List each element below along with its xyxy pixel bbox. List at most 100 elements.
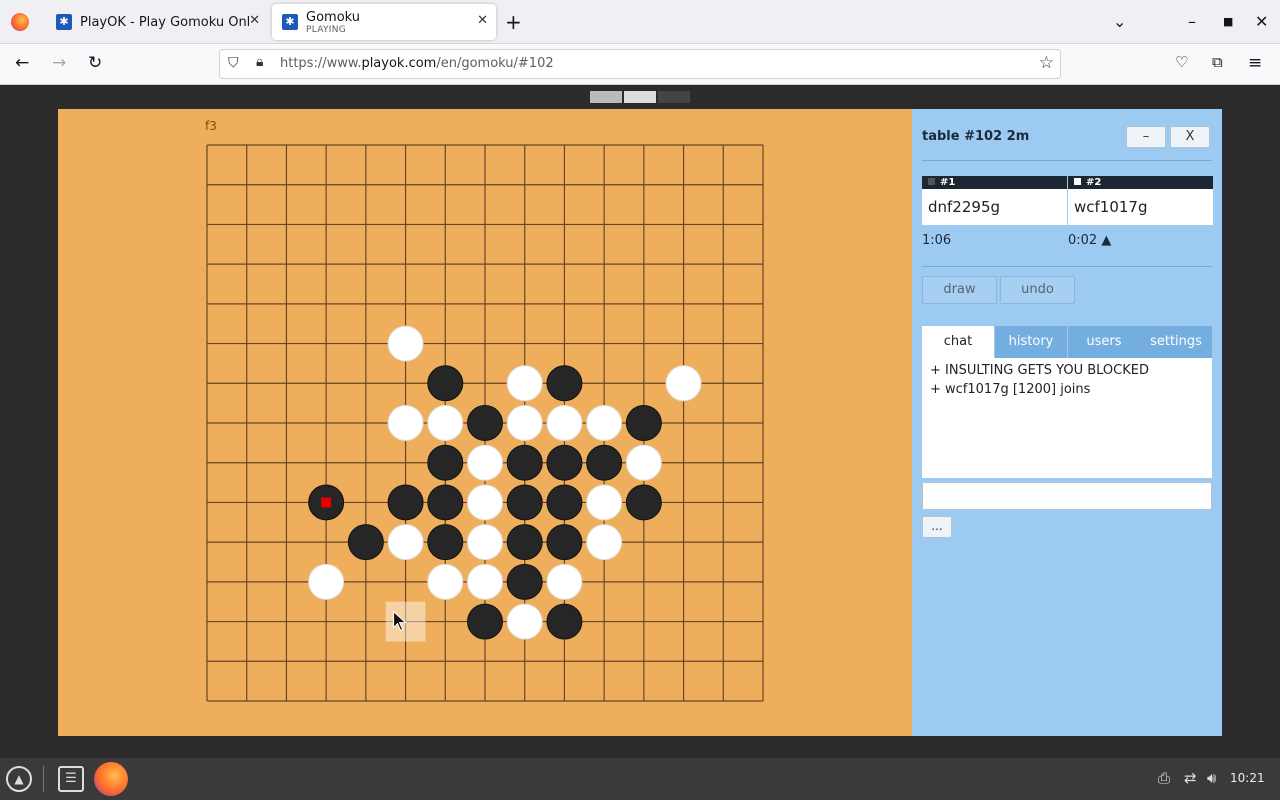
shield-icon[interactable]: ⛉ [228, 55, 239, 71]
player-name: dnf2295g [928, 198, 1001, 216]
close-window-icon[interactable]: ✕ [1255, 12, 1268, 31]
chat-line: + wcf1017g [1200] joins [930, 382, 1091, 397]
table-title: table #102 2m [922, 129, 1030, 144]
bookmark-star-icon[interactable]: ☆ [1039, 53, 1054, 73]
app-menu-icon[interactable]: ≡ [1248, 53, 1262, 73]
lock-icon[interactable]: 🔒︎ [256, 54, 263, 70]
close-table-button[interactable]: X [1170, 126, 1210, 148]
pocket-icon[interactable]: ♡ [1175, 53, 1188, 71]
url-path: /en/gomoku/#102 [436, 56, 554, 71]
draw-button[interactable]: draw [922, 276, 997, 304]
taskbar: ▲ ☰ ⎙ ⇄ 🔊︎ 10:21 [0, 758, 1280, 800]
chat-line: + INSULTING GETS YOU BLOCKED [930, 363, 1149, 378]
black-stone [546, 365, 583, 402]
black-stone [427, 484, 464, 521]
player-seat-2[interactable]: #2 wcf1017g [1068, 176, 1213, 225]
more-button[interactable]: ... [922, 516, 952, 538]
tab-title: PlayOK - Play Gomoku Online [80, 14, 250, 30]
black-stone [427, 524, 464, 561]
black-stone [506, 444, 543, 481]
white-stone [467, 563, 503, 600]
last-move-marker [321, 497, 332, 508]
tab-playok[interactable]: ✱ PlayOK - Play Gomoku Online ✕ [46, 4, 268, 40]
white-stone [506, 365, 543, 402]
player-2-time: 0:02 ▲ [1068, 233, 1112, 248]
player-seat-1[interactable]: #1 dnf2295g [922, 176, 1067, 225]
browser-tab-bar: ✱ PlayOK - Play Gomoku Online ✕ ✱ Gomoku… [0, 0, 1280, 44]
board-panel: f3 [58, 109, 912, 736]
white-stone [546, 563, 583, 600]
white-stone [427, 405, 464, 441]
new-tab-icon[interactable]: + [505, 10, 522, 34]
white-stone [467, 444, 503, 481]
tab-history[interactable]: history [995, 326, 1067, 358]
firefox-taskbar-icon[interactable] [94, 762, 128, 796]
black-stone [586, 444, 623, 481]
strip-segment [590, 91, 622, 103]
url-text[interactable]: https://www.playok.com/en/gomoku/#102 [280, 56, 554, 71]
list-tabs-icon[interactable]: ⌄ [1113, 12, 1126, 31]
gomoku-board[interactable] [206, 144, 764, 702]
black-stone [467, 603, 503, 640]
white-stone [546, 405, 583, 441]
firefox-menu-icon[interactable] [11, 13, 29, 31]
back-icon[interactable]: ← [15, 53, 29, 73]
reload-icon[interactable]: ↻ [88, 53, 102, 73]
black-stone [625, 484, 662, 521]
side-panel: table #102 2m – X #1 dnf2295g #2 wcf1017… [912, 109, 1222, 736]
minimize-table-button[interactable]: – [1126, 126, 1166, 148]
coordinate-label: f3 [205, 119, 217, 133]
forward-icon[interactable]: → [52, 53, 66, 73]
tab-gomoku[interactable]: ✱ Gomoku PLAYING ✕ [272, 4, 496, 40]
tab-title: Gomoku [306, 9, 361, 25]
extensions-icon[interactable]: ⧉ [1212, 53, 1223, 71]
divider [922, 266, 1212, 267]
chat-input[interactable] [922, 482, 1212, 510]
minimize-window-icon[interactable]: – [1188, 12, 1196, 31]
black-stone [427, 365, 464, 402]
white-stone [467, 484, 503, 521]
url-domain: playok.com [361, 56, 437, 71]
printer-icon[interactable]: ⎙ [1158, 769, 1170, 787]
url-bar[interactable]: ⛉ 🔒︎ https://www.playok.com/en/gomoku/#1… [219, 49, 1061, 79]
playok-favicon-icon: ✱ [282, 14, 298, 30]
black-stone [625, 405, 662, 441]
seat-header: #2 [1068, 176, 1213, 189]
tab-subtitle: PLAYING [306, 24, 347, 35]
volume-icon[interactable]: 🔊︎ [1207, 769, 1216, 787]
player-1-time: 1:06 [922, 233, 952, 248]
file-manager-icon[interactable]: ☰ [58, 766, 84, 792]
divider [922, 160, 1212, 161]
chat-log: + INSULTING GETS YOU BLOCKED + wcf1017g … [922, 358, 1212, 478]
playok-favicon-icon: ✱ [56, 14, 72, 30]
white-stone [506, 405, 543, 441]
black-stone [506, 484, 543, 521]
close-tab-icon[interactable]: ✕ [477, 13, 488, 28]
maximize-window-icon[interactable]: ■ [1223, 15, 1233, 28]
white-stone-icon [1074, 178, 1081, 185]
tab-chat[interactable]: chat [922, 326, 994, 358]
player-name: wcf1017g [1074, 198, 1148, 216]
navigation-bar: ← → ↻ ⛉ 🔒︎ https://www.playok.com/en/gom… [0, 44, 1280, 85]
white-stone [586, 524, 623, 561]
strip-segment [624, 91, 656, 103]
seat-number: #1 [940, 177, 956, 188]
network-icon[interactable]: ⇄ [1184, 769, 1197, 787]
undo-button[interactable]: undo [1000, 276, 1075, 304]
black-stone [546, 524, 583, 561]
black-stone [546, 444, 583, 481]
white-stone [387, 325, 424, 362]
white-stone [625, 444, 662, 481]
tab-users[interactable]: users [1068, 326, 1140, 358]
black-stone [506, 563, 543, 600]
clock: 10:21 [1230, 771, 1265, 785]
white-stone [586, 405, 623, 441]
url-prefix: https://www. [280, 56, 362, 71]
white-stone [506, 603, 543, 640]
seat-number: #2 [1086, 177, 1102, 188]
start-menu-icon[interactable]: ▲ [6, 766, 32, 792]
close-tab-icon[interactable]: ✕ [249, 13, 260, 28]
top-strip [590, 91, 690, 103]
strip-segment [658, 91, 690, 103]
tab-settings[interactable]: settings [1140, 326, 1212, 358]
